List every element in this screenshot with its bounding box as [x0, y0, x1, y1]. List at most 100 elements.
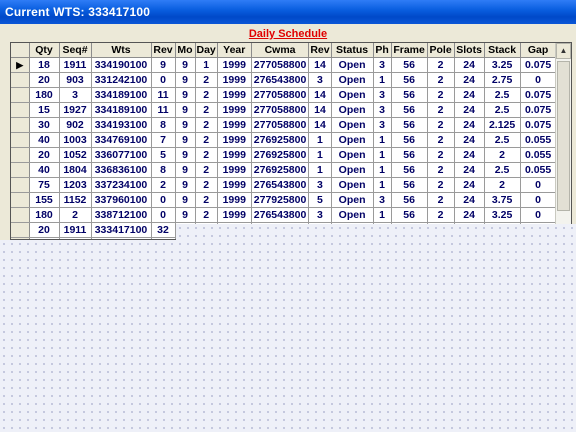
- table-cell[interactable]: 20: [29, 147, 60, 163]
- table-cell[interactable]: 0.055: [520, 147, 557, 163]
- table-cell[interactable]: 1052: [59, 147, 92, 163]
- table-cell[interactable]: 1: [308, 162, 332, 178]
- table-cell[interactable]: 3: [373, 117, 392, 133]
- table-cell[interactable]: 18: [29, 57, 60, 73]
- table-cell[interactable]: 1: [195, 57, 218, 73]
- table-cell[interactable]: 24: [454, 147, 485, 163]
- column-header-year-6[interactable]: Year: [217, 43, 252, 58]
- table-cell[interactable]: 0.075: [520, 87, 557, 103]
- row-selector[interactable]: [11, 162, 30, 178]
- table-cell[interactable]: 24: [454, 192, 485, 208]
- table-cell[interactable]: 56: [391, 147, 428, 163]
- table-cell[interactable]: 2: [151, 177, 176, 193]
- vertical-scrollbar[interactable]: ▲: [555, 43, 571, 239]
- table-cell[interactable]: 1: [373, 147, 392, 163]
- table-cell[interactable]: Open: [331, 132, 374, 148]
- table-cell[interactable]: 1: [373, 72, 392, 88]
- table-cell[interactable]: 0.075: [520, 117, 557, 133]
- table-cell[interactable]: 336077100: [91, 147, 152, 163]
- row-selector[interactable]: [11, 132, 30, 148]
- table-cell[interactable]: 56: [391, 207, 428, 223]
- table-cell[interactable]: 1: [373, 132, 392, 148]
- table-cell[interactable]: 3: [373, 87, 392, 103]
- table-cell[interactable]: 0.075: [520, 102, 557, 118]
- table-cell[interactable]: 3: [308, 177, 332, 193]
- table-cell[interactable]: 334189100: [91, 102, 152, 118]
- table-cell[interactable]: 1: [373, 177, 392, 193]
- table-cell[interactable]: 2: [195, 102, 218, 118]
- table-cell[interactable]: 1: [373, 207, 392, 223]
- table-cell[interactable]: 11: [151, 87, 176, 103]
- table-cell[interactable]: 1999: [217, 192, 252, 208]
- table-cell[interactable]: 2: [195, 132, 218, 148]
- table-row[interactable]: 40 1003 334769100 7 9 2 1999 276925800 1 Open 1 56 2…: [11, 132, 557, 148]
- table-row[interactable]: 20 1052 336077100 5 9 2 1999 276925800 1 Open 1 56 2…: [11, 147, 557, 163]
- row-selector[interactable]: [11, 192, 30, 208]
- table-cell[interactable]: 0.055: [520, 132, 557, 148]
- table-cell[interactable]: 2: [195, 72, 218, 88]
- table-cell[interactable]: 56: [391, 177, 428, 193]
- table-cell[interactable]: 1999: [217, 207, 252, 223]
- table-cell[interactable]: 56: [391, 57, 428, 73]
- table-cell[interactable]: 276925800: [251, 147, 310, 163]
- table-cell[interactable]: 2: [195, 192, 218, 208]
- table-cell[interactable]: 3: [373, 57, 392, 73]
- column-header-rev-3[interactable]: Rev: [151, 43, 176, 58]
- table-cell[interactable]: 9: [175, 177, 196, 193]
- table-cell[interactable]: 3: [59, 87, 92, 103]
- table-cell[interactable]: 14: [308, 57, 332, 73]
- table-cell[interactable]: 20: [29, 72, 60, 88]
- table-cell[interactable]: 30: [29, 117, 60, 133]
- table-cell[interactable]: 1999: [217, 147, 252, 163]
- table-cell[interactable]: 180: [29, 207, 60, 223]
- table-cell[interactable]: 9: [175, 162, 196, 178]
- row-selector[interactable]: [11, 87, 30, 103]
- table-cell[interactable]: 40: [29, 132, 60, 148]
- column-header-qty-0[interactable]: Qty: [29, 43, 60, 58]
- column-header-frame-11[interactable]: Frame: [391, 43, 428, 58]
- table-cell[interactable]: 2: [427, 147, 455, 163]
- table-cell[interactable]: 2: [427, 132, 455, 148]
- table-cell[interactable]: 277058800: [251, 117, 310, 133]
- table-cell[interactable]: 1911: [59, 222, 92, 238]
- table-cell[interactable]: 2: [427, 72, 455, 88]
- table-cell[interactable]: 1999: [217, 117, 252, 133]
- table-cell[interactable]: 276543800: [251, 207, 310, 223]
- table-cell[interactable]: 336836100: [91, 162, 152, 178]
- table-row[interactable]: 15 1927 334189100 11 9 2 1999 277058800 14 Open 3 5…: [11, 102, 557, 118]
- row-selector[interactable]: [11, 177, 30, 193]
- table-row[interactable]: 40 1804 336836100 8 9 2 1999 276925800 1 Open 1 56 2…: [11, 162, 557, 178]
- column-header-pole-12[interactable]: Pole: [427, 43, 455, 58]
- table-cell[interactable]: Open: [331, 162, 374, 178]
- table-cell[interactable]: 9: [175, 192, 196, 208]
- table-cell[interactable]: 56: [391, 132, 428, 148]
- table-cell[interactable]: 11: [151, 237, 176, 239]
- table-cell[interactable]: 0.055: [520, 162, 557, 178]
- table-cell[interactable]: 1999: [217, 132, 252, 148]
- table-cell[interactable]: 0: [520, 72, 557, 88]
- table-cell[interactable]: 2: [427, 162, 455, 178]
- table-cell[interactable]: 2: [59, 207, 92, 223]
- table-cell[interactable]: 2: [195, 162, 218, 178]
- table-cell[interactable]: Open: [331, 177, 374, 193]
- table-cell[interactable]: 56: [391, 162, 428, 178]
- table-cell[interactable]: 2: [195, 177, 218, 193]
- table-row[interactable]: 180 2 338712100 0 9 2 1999 276543800 3 Open 1 56 2 24…: [11, 207, 557, 223]
- table-cell[interactable]: 9: [175, 132, 196, 148]
- table-cell[interactable]: 9: [175, 87, 196, 103]
- table-cell[interactable]: 56: [391, 192, 428, 208]
- table-cell[interactable]: 9: [175, 57, 196, 73]
- scroll-up-arrow-icon[interactable]: ▲: [556, 43, 571, 59]
- table-cell[interactable]: 277925800: [251, 192, 310, 208]
- table-cell[interactable]: 3.25: [484, 207, 521, 223]
- table-cell[interactable]: 9: [175, 117, 196, 133]
- table-row[interactable]: ▶ 18 1911 334190100 9 9 1 1999 277058800 14 Open 3 5…: [11, 57, 557, 73]
- table-cell[interactable]: 5: [151, 147, 176, 163]
- table-cell[interactable]: 3.25: [484, 57, 521, 73]
- table-row[interactable]: 20 903 331242100 0 9 2 1999 276543800 3 Open 1 56 2 2…: [11, 72, 557, 88]
- table-cell[interactable]: 15: [29, 102, 60, 118]
- table-cell[interactable]: 2: [195, 147, 218, 163]
- table-cell[interactable]: 180: [29, 87, 60, 103]
- table-cell[interactable]: 2.5: [484, 102, 521, 118]
- table-cell[interactable]: 0: [520, 192, 557, 208]
